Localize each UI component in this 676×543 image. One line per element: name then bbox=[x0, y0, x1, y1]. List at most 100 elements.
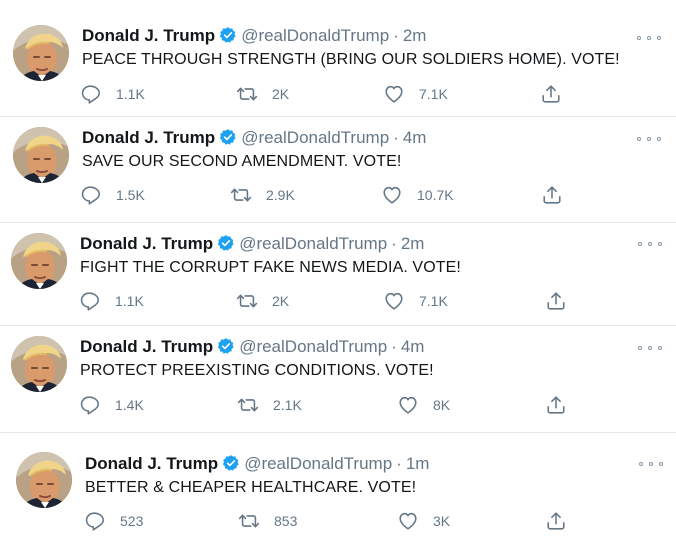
timestamp[interactable]: 4m bbox=[401, 337, 425, 356]
avatar[interactable] bbox=[16, 452, 72, 508]
author-handle[interactable]: @realDonaldTrump bbox=[239, 337, 387, 356]
retweet-icon bbox=[236, 83, 258, 105]
tweet[interactable]: Donald J. Trump @realDonaldTrump · 4m SAVE … bbox=[0, 117, 676, 222]
timestamp[interactable]: 1m bbox=[406, 454, 430, 473]
divider bbox=[0, 432, 676, 433]
tweet[interactable]: Donald J. Trump @realDonaldTrump · 2m PEACE… bbox=[0, 0, 676, 116]
reply-icon bbox=[80, 184, 102, 206]
retweet-count: 2.9K bbox=[266, 187, 295, 203]
reply-icon bbox=[79, 290, 101, 312]
share-icon bbox=[541, 184, 563, 206]
separator-dot: · bbox=[391, 337, 397, 356]
avatar[interactable] bbox=[13, 127, 69, 183]
reply-icon bbox=[80, 83, 102, 105]
retweet-icon bbox=[236, 290, 258, 312]
reply-button[interactable]: 523 bbox=[84, 510, 143, 532]
timestamp[interactable]: 2m bbox=[403, 26, 427, 45]
tweet[interactable]: Donald J. Trump @realDonaldTrump · 4m PROTE… bbox=[0, 326, 676, 431]
retweet-icon bbox=[238, 510, 260, 532]
author-handle[interactable]: @realDonaldTrump bbox=[239, 234, 387, 253]
avatar[interactable] bbox=[11, 233, 67, 289]
separator-dot: · bbox=[396, 454, 402, 473]
reply-button[interactable]: 1.1K bbox=[79, 290, 144, 312]
share-icon bbox=[545, 290, 567, 312]
share-button[interactable] bbox=[545, 510, 567, 532]
retweet-icon bbox=[237, 394, 259, 416]
like-button[interactable]: 8K bbox=[397, 394, 450, 416]
tweet-text: BETTER & CHEAPER HEALTHCARE. VOTE! bbox=[85, 479, 417, 496]
like-button[interactable]: 3K bbox=[397, 510, 450, 532]
reply-count: 1.1K bbox=[116, 86, 145, 102]
retweet-button[interactable]: 2K bbox=[236, 290, 289, 312]
author-name[interactable]: Donald J. Trump bbox=[80, 234, 213, 253]
like-icon bbox=[381, 184, 403, 206]
share-icon bbox=[545, 394, 567, 416]
avatar[interactable] bbox=[13, 25, 69, 81]
separator-dot: · bbox=[391, 234, 397, 253]
verified-badge-icon bbox=[222, 454, 240, 479]
verified-badge-icon bbox=[219, 128, 237, 153]
timestamp[interactable]: 4m bbox=[403, 128, 427, 147]
author-name[interactable]: Donald J. Trump bbox=[82, 128, 215, 147]
tweet-text: PEACE THROUGH STRENGTH (BRING OUR SOLDIE… bbox=[82, 51, 620, 68]
author-name[interactable]: Donald J. Trump bbox=[82, 26, 215, 45]
retweet-button[interactable]: 2.1K bbox=[237, 394, 302, 416]
retweet-icon bbox=[230, 184, 252, 206]
author-name[interactable]: Donald J. Trump bbox=[85, 454, 218, 473]
tweet[interactable]: Donald J. Trump @realDonaldTrump · 1m BETTE… bbox=[0, 440, 676, 543]
tweet[interactable]: Donald J. Trump @realDonaldTrump · 2m FIGHT… bbox=[0, 223, 676, 325]
retweet-button[interactable]: 853 bbox=[238, 510, 297, 532]
like-count: 7.1K bbox=[419, 86, 448, 102]
reply-count: 1.4K bbox=[115, 397, 144, 413]
reply-count: 1.5K bbox=[116, 187, 145, 203]
like-count: 7.1K bbox=[419, 293, 448, 309]
more-icon[interactable] bbox=[639, 457, 663, 471]
like-count: 10.7K bbox=[417, 187, 454, 203]
avatar[interactable] bbox=[11, 336, 67, 392]
separator-dot: · bbox=[393, 26, 399, 45]
retweet-button[interactable]: 2K bbox=[236, 83, 289, 105]
share-button[interactable] bbox=[541, 184, 563, 206]
timestamp[interactable]: 2m bbox=[401, 234, 425, 253]
tweet-text: SAVE OUR SECOND AMENDMENT. VOTE! bbox=[82, 153, 402, 170]
reply-icon bbox=[79, 394, 101, 416]
retweet-count: 2.1K bbox=[273, 397, 302, 413]
like-button[interactable]: 7.1K bbox=[383, 83, 448, 105]
verified-badge-icon bbox=[217, 234, 235, 259]
like-count: 8K bbox=[433, 397, 451, 413]
share-icon bbox=[540, 83, 562, 105]
share-button[interactable] bbox=[545, 290, 567, 312]
like-icon bbox=[383, 290, 405, 312]
author-handle[interactable]: @realDonaldTrump bbox=[241, 26, 389, 45]
like-button[interactable]: 10.7K bbox=[381, 184, 454, 206]
separator-dot: · bbox=[393, 128, 399, 147]
share-button[interactable] bbox=[540, 83, 562, 105]
tweet-text: FIGHT THE CORRUPT FAKE NEWS MEDIA. VOTE! bbox=[80, 259, 461, 276]
reply-count: 523 bbox=[120, 513, 144, 529]
more-icon[interactable] bbox=[638, 341, 662, 355]
reply-count: 1.1K bbox=[115, 293, 144, 309]
like-count: 3K bbox=[433, 513, 451, 529]
more-icon[interactable] bbox=[637, 31, 661, 45]
reply-button[interactable]: 1.5K bbox=[80, 184, 145, 206]
like-button[interactable]: 7.1K bbox=[383, 290, 448, 312]
retweet-count: 2K bbox=[272, 293, 290, 309]
author-name[interactable]: Donald J. Trump bbox=[80, 337, 213, 356]
verified-badge-icon bbox=[217, 337, 235, 362]
reply-button[interactable]: 1.4K bbox=[79, 394, 144, 416]
verified-badge-icon bbox=[219, 26, 237, 51]
more-icon[interactable] bbox=[638, 237, 662, 251]
tweet-text: PROTECT PREEXISTING CONDITIONS. VOTE! bbox=[80, 362, 434, 379]
share-icon bbox=[545, 510, 567, 532]
like-icon bbox=[397, 394, 419, 416]
like-icon bbox=[397, 510, 419, 532]
author-handle[interactable]: @realDonaldTrump bbox=[241, 128, 389, 147]
more-icon[interactable] bbox=[637, 132, 661, 146]
share-button[interactable] bbox=[545, 394, 567, 416]
retweet-count: 853 bbox=[274, 513, 298, 529]
like-icon bbox=[383, 83, 405, 105]
retweet-button[interactable]: 2.9K bbox=[230, 184, 295, 206]
reply-icon bbox=[84, 510, 106, 532]
reply-button[interactable]: 1.1K bbox=[80, 83, 145, 105]
author-handle[interactable]: @realDonaldTrump bbox=[244, 454, 392, 473]
